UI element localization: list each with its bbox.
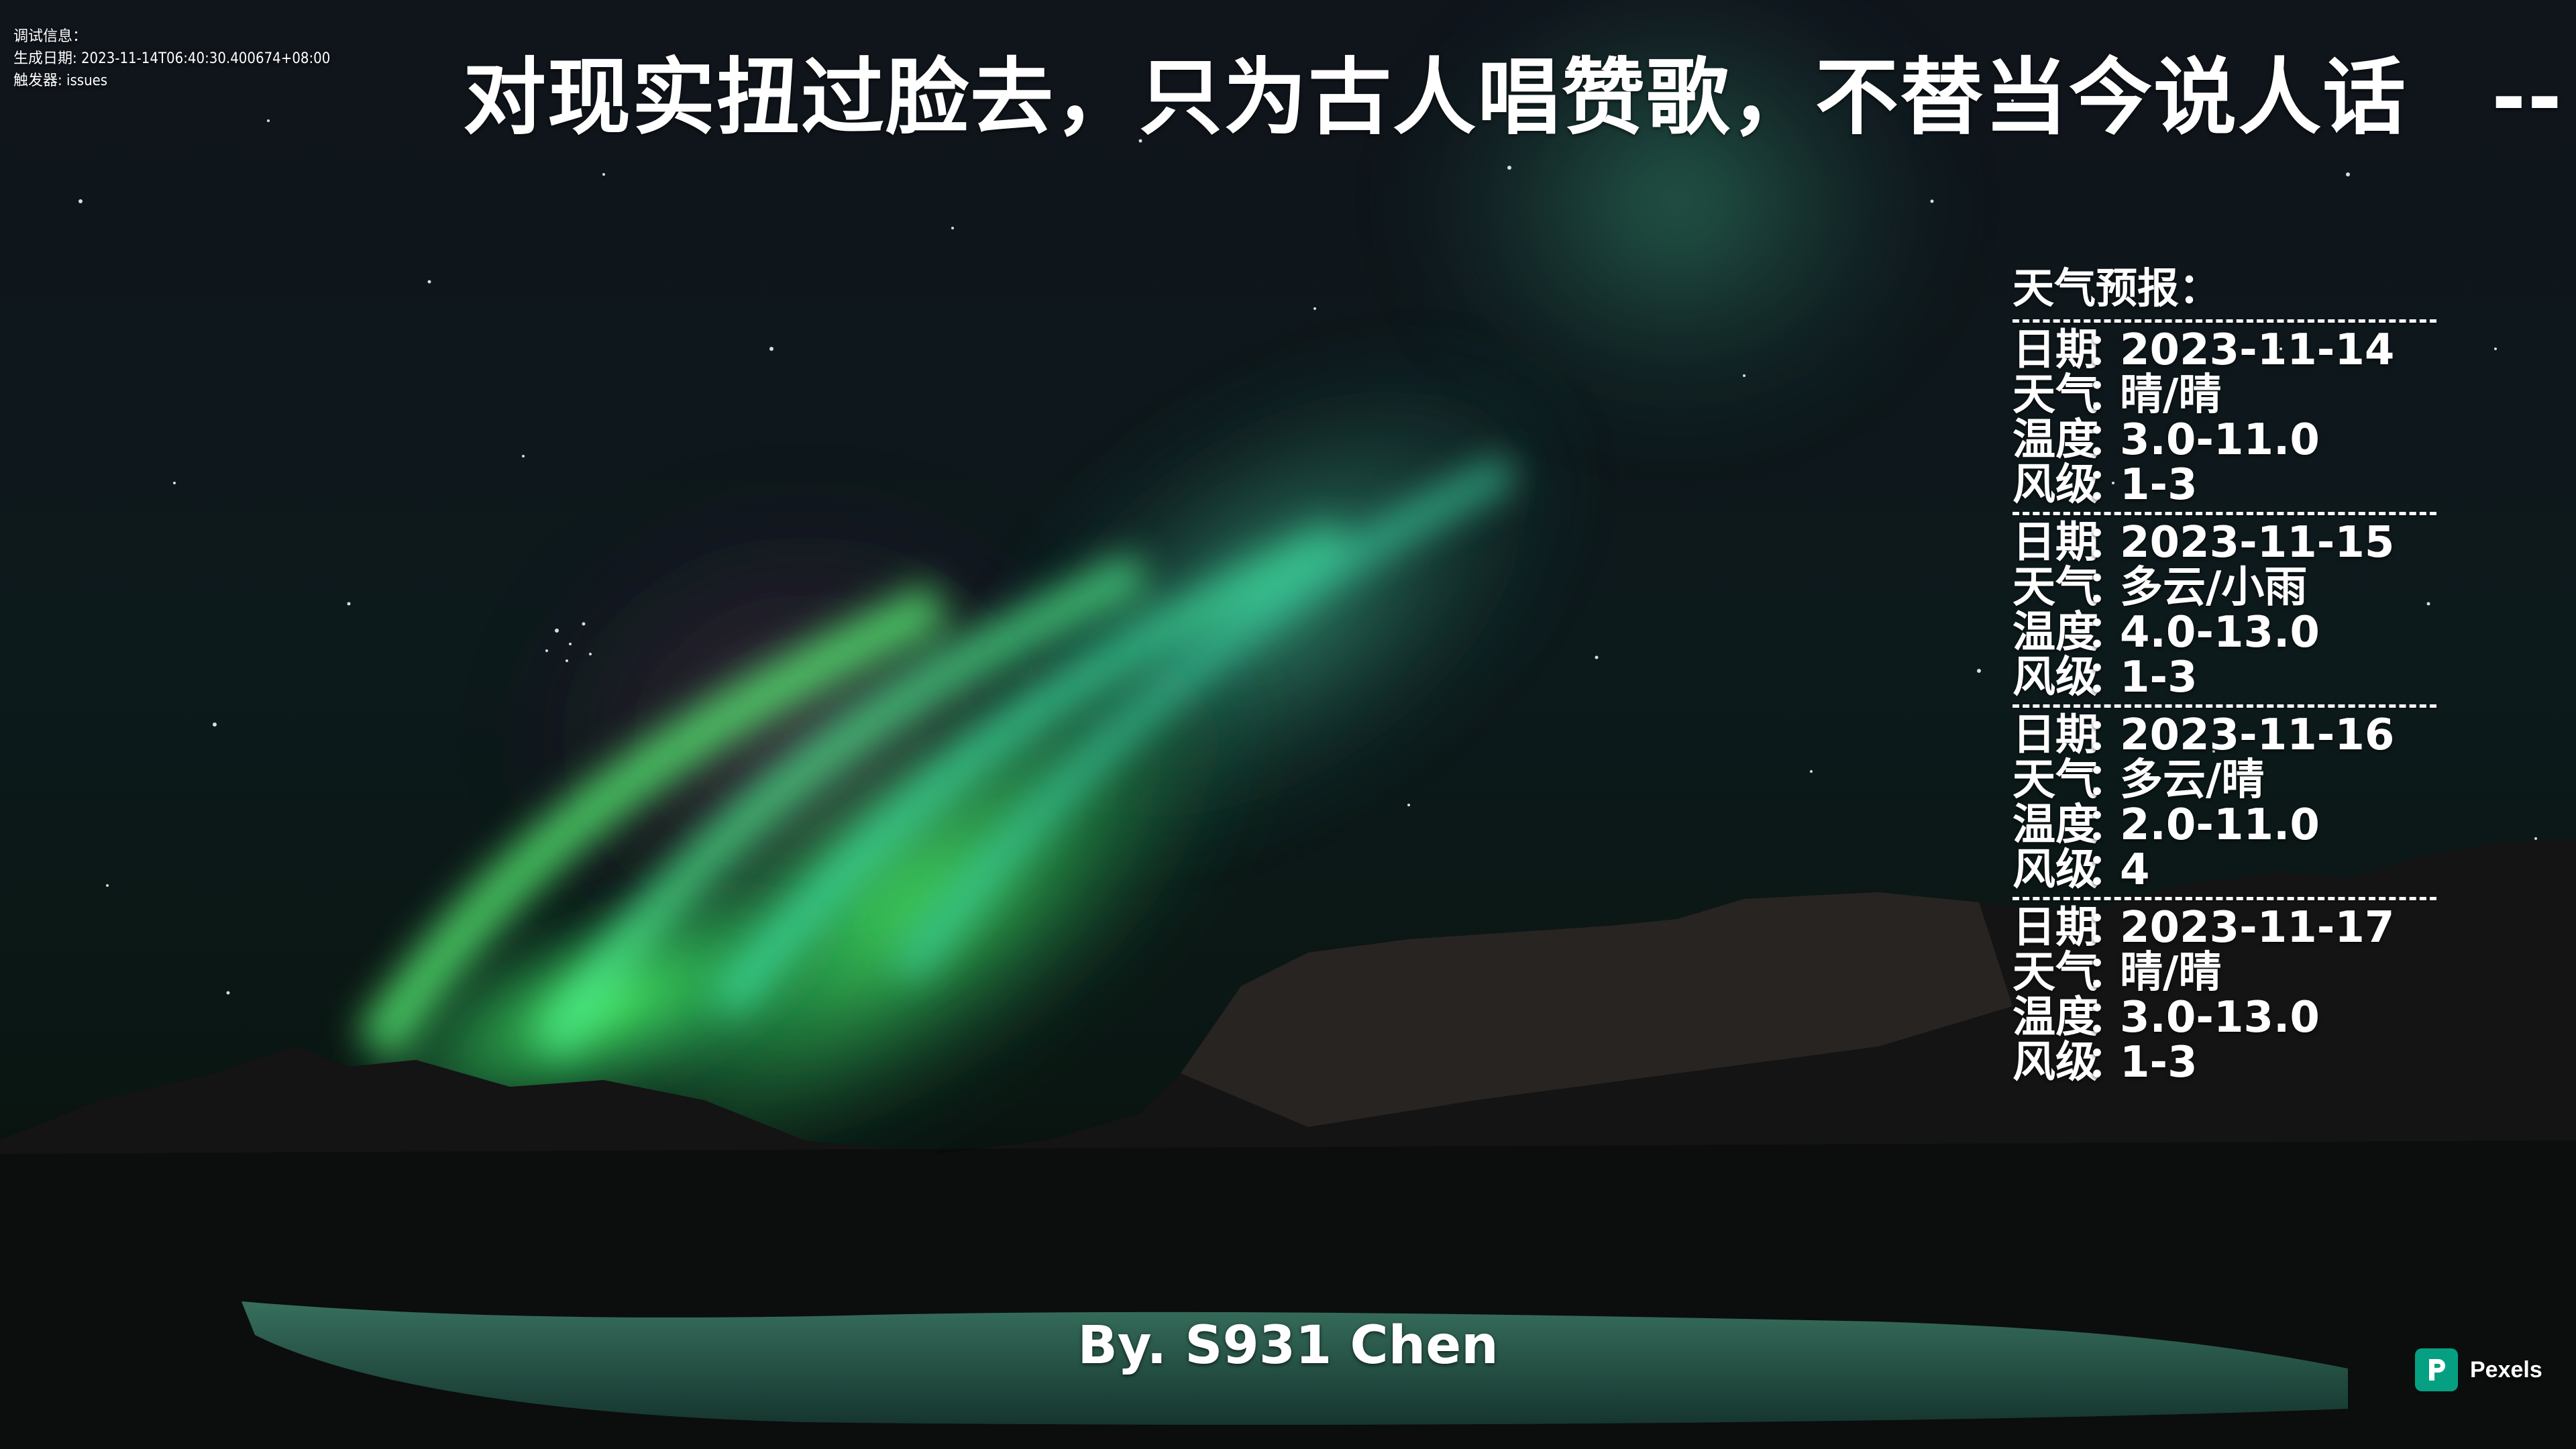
quote-text: 对现实扭过脸去，只为古人唱赞歌，不替当今说人话 -- [463,50,2563,146]
weather-row-wind: 风级： 1-3 [2012,1040,2449,1085]
weather-day: 日期： 2023-11-17 天气：晴/晴 温度： 3.0-13.0 风级： 1-3 [2012,906,2449,1085]
weather-row-wind: 风级： 1-3 [2012,655,2449,700]
pexels-watermark: Pexels [2415,1348,2542,1391]
wind-value: 1-3 [2120,1038,2198,1087]
pexels-logo-icon [2415,1348,2458,1391]
weather-label: 天气 [2012,370,2098,420]
weather-row-temp: 温度： 3.0-11.0 [2012,418,2449,463]
date-value: 2023-11-15 [2120,518,2395,568]
colon: ： [2086,993,2129,1042]
weather-row-temp: 温度： 2.0-11.0 [2012,803,2449,848]
weather-day: 日期： 2023-11-16 天气：多云/晴 温度： 2.0-11.0 风级： 4 [2012,713,2449,893]
colon: ： [2086,903,2129,953]
weather-separator [2012,319,2436,323]
temp-value: 2.0-11.0 [2120,800,2320,850]
weather-row-date: 日期： 2023-11-14 [2012,328,2449,373]
weather-row-date: 日期： 2023-11-15 [2012,521,2449,566]
date-value: 2023-11-16 [2120,710,2395,760]
debug-generated-date: 生成日期: 2023-11-14T06:40:30.400674+08:00 [13,50,331,67]
weather-label: 天气 [2012,948,2098,998]
colon: ： [2086,460,2129,510]
weather-value: 多云/小雨 [2120,563,2308,612]
temp-label: 温度 [2012,608,2098,657]
wind-label: 风级 [2012,460,2098,510]
colon: ： [2086,800,2129,850]
weather-label: 天气 [2012,563,2098,612]
temp-label: 温度 [2012,993,2098,1042]
colon: ： [2086,563,2129,612]
date-label: 日期 [2012,325,2098,375]
weather-label: 天气 [2012,755,2098,805]
wind-value: 4 [2120,845,2150,895]
author-signature: By. S931 Chen [1077,1316,1499,1376]
colon: ： [2086,948,2129,998]
temp-label: 温度 [2012,415,2098,465]
colon: ： [2086,325,2129,375]
date-value: 2023-11-14 [2120,325,2395,375]
wind-label: 风级 [2012,653,2098,702]
colon: ： [2086,653,2129,702]
weather-panel: 天气预报： 日期： 2023-11-14 天气：晴/晴 温度： 3.0-11.0 风… [2012,262,2449,1085]
temp-label: 温度 [2012,800,2098,850]
weather-day: 日期： 2023-11-15 天气：多云/小雨 温度： 4.0-13.0 风级： 1-… [2012,521,2449,700]
wind-label: 风级 [2012,1038,2098,1087]
debug-title: 调试信息： [13,28,88,45]
weather-title: 天气预报： [2012,264,2221,313]
colon: ： [2086,1038,2129,1087]
pexels-brand-name: Pexels [2470,1356,2542,1383]
temp-value: 3.0-13.0 [2120,993,2320,1042]
weather-row-date: 日期： 2023-11-16 [2012,713,2449,758]
weather-value: 晴/晴 [2120,948,2222,998]
debug-trigger: 触发器: issues [13,72,108,89]
weather-value: 晴/晴 [2120,370,2222,420]
weather-separator [2012,704,2436,708]
debug-info: 调试信息： 生成日期: 2023-11-14T06:40:30.400674+0… [13,25,330,92]
date-label: 日期 [2012,903,2098,953]
wind-label: 风级 [2012,845,2098,895]
temp-value: 3.0-11.0 [2120,415,2320,465]
wind-value: 1-3 [2120,460,2198,510]
weather-row-temp: 温度： 4.0-13.0 [2012,610,2449,655]
weather-row-temp: 温度： 3.0-13.0 [2012,996,2449,1040]
wind-value: 1-3 [2120,653,2198,702]
colon: ： [2086,608,2129,657]
date-label: 日期 [2012,710,2098,760]
weather-day: 日期： 2023-11-14 天气：晴/晴 温度： 3.0-11.0 风级： 1-3 [2012,328,2449,508]
weather-value: 多云/晴 [2120,755,2265,805]
colon: ： [2086,710,2129,760]
colon: ： [2086,370,2129,420]
colon: ： [2086,755,2129,805]
date-label: 日期 [2012,518,2098,568]
colon: ： [2086,415,2129,465]
weather-row-wind: 风级： 4 [2012,848,2449,893]
weather-separator [2012,897,2436,900]
weather-row-condition: 天气：晴/晴 [2012,951,2449,996]
weather-row-wind: 风级： 1-3 [2012,463,2449,508]
weather-separator [2012,512,2436,515]
weather-row-date: 日期： 2023-11-17 [2012,906,2449,951]
weather-row-condition: 天气：多云/晴 [2012,758,2449,803]
colon: ： [2086,845,2129,895]
colon: ： [2086,518,2129,568]
weather-row-condition: 天气：多云/小雨 [2012,566,2449,610]
date-value: 2023-11-17 [2120,903,2395,953]
temp-value: 4.0-13.0 [2120,608,2320,657]
weather-row-condition: 天气：晴/晴 [2012,373,2449,418]
